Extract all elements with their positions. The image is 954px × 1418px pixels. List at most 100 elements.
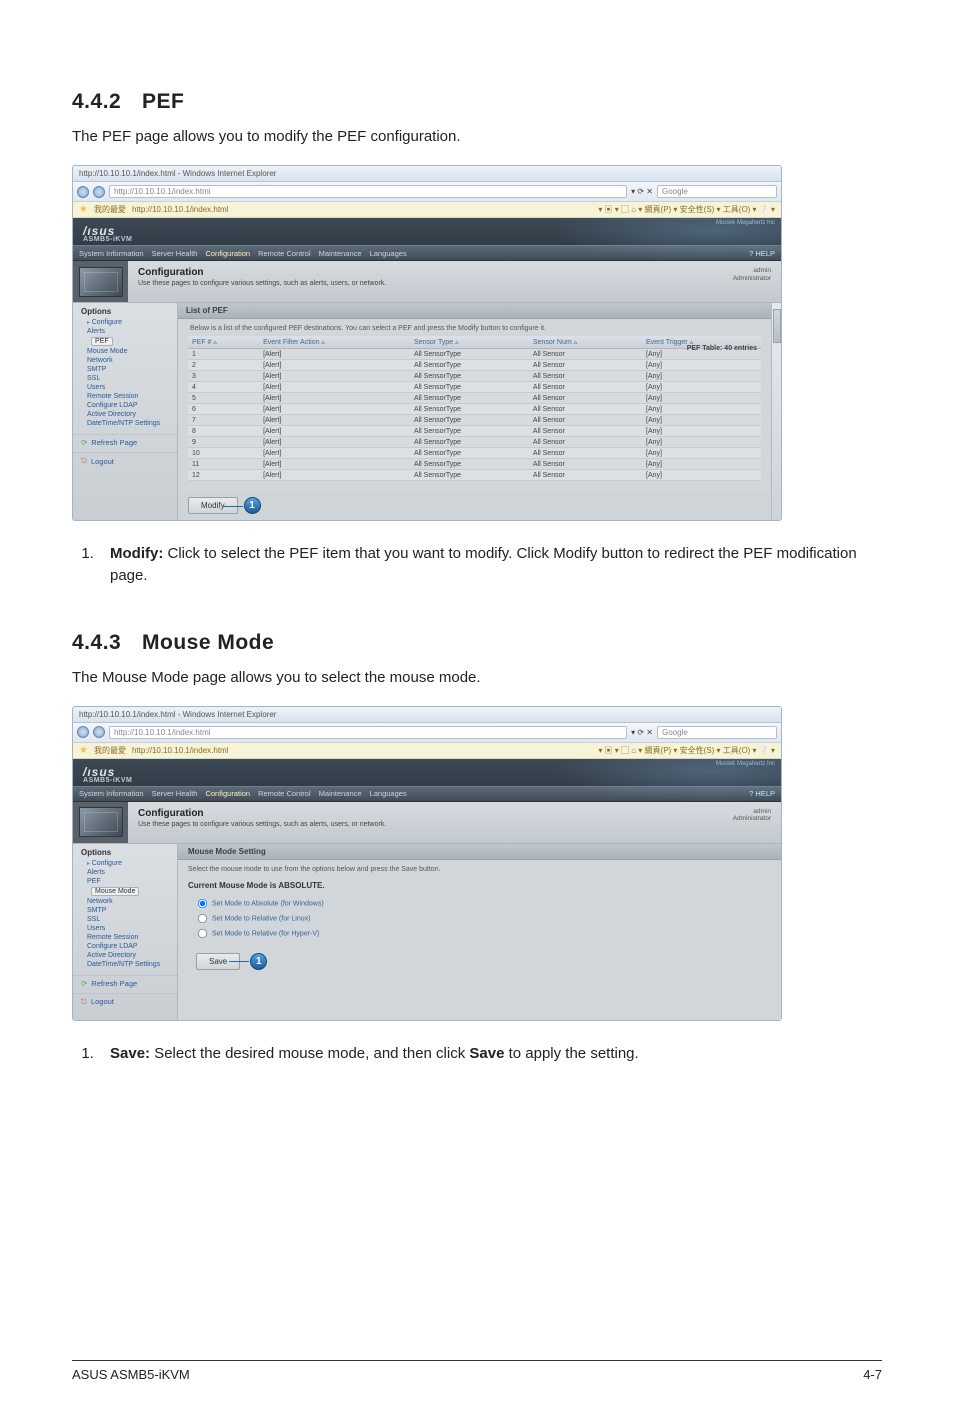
sidebar-item-mouse-mode[interactable]: Mouse Mode: [81, 347, 177, 356]
favorites-bar: ★ 我的最愛 http://10.10.10.1/index.html ▾ ▣ …: [73, 743, 781, 759]
pef-list-header: List of PEF: [178, 303, 771, 319]
section1-intro: The PEF page allows you to modify the PE…: [72, 126, 882, 147]
browser-toolbar-right[interactable]: ▾ ▣ ▾ ▢ ⌂ ▾ 網頁(P) ▾ 安全性(S) ▾ 工具(O) ▾ ❔ ▾: [598, 204, 775, 215]
pef-list-subtext: Below is a list of the configured PEF de…: [188, 319, 761, 336]
sidebar-item-alerts[interactable]: Alerts: [81, 868, 177, 877]
mm-opt-relative-linux[interactable]: Set Mode to Relative (for Linux): [196, 911, 771, 926]
logout-icon: ⎋: [81, 456, 87, 466]
addr-divider: ▾ ⟳ ✕: [631, 728, 653, 737]
refresh-page[interactable]: ⟳Refresh Page: [73, 975, 177, 991]
callout-marker-1: 1: [244, 497, 261, 514]
sidebar-item-ntp[interactable]: DateTime/NTP Settings: [81, 960, 177, 969]
window-titlebar: http://10.10.10.1/index.html - Windows I…: [73, 707, 781, 723]
back-icon[interactable]: [77, 726, 89, 738]
search-input[interactable]: Google: [657, 185, 777, 198]
sidebar-item-ssl[interactable]: SSL: [81, 915, 177, 924]
sidebar-item-smtp[interactable]: SMTP: [81, 906, 177, 915]
refresh-icon: ⟳: [81, 979, 87, 988]
oem-label: Mustek Megahertz Inc: [716, 220, 775, 226]
fav-label: 我的最愛: [94, 745, 126, 756]
url-input[interactable]: http://10.10.10.1/index.html: [109, 185, 627, 198]
table-row[interactable]: 12[Alert]All SensorTypeAll Sensor[Any]: [188, 470, 761, 481]
sidebar-item-remote-session[interactable]: Remote Session: [81, 392, 177, 401]
sidebar-item-ntp[interactable]: DateTime/NTP Settings: [81, 419, 177, 428]
table-row[interactable]: 1[Alert]All SensorTypeAll Sensor[Any]: [188, 349, 761, 360]
table-row[interactable]: 5[Alert]All SensorTypeAll Sensor[Any]: [188, 393, 761, 404]
logout-link[interactable]: ⎋Logout: [73, 993, 177, 1010]
footer-right: 4-7: [863, 1367, 882, 1382]
top-menu[interactable]: System Information Server Health Configu…: [79, 249, 407, 258]
sidebar-item-ssl[interactable]: SSL: [81, 374, 177, 383]
mm-current: Current Mouse Mode is ABSOLUTE.: [178, 881, 781, 896]
col-pef-num[interactable]: PEF # ▵: [188, 336, 259, 349]
mm-opt-absolute[interactable]: Set Mode to Absolute (for Windows): [196, 896, 771, 911]
sidebar-item-remote-session[interactable]: Remote Session: [81, 933, 177, 942]
sidebar-configure[interactable]: Configure: [81, 859, 177, 868]
fav-url[interactable]: http://10.10.10.1/index.html: [132, 746, 229, 755]
back-icon[interactable]: [77, 186, 89, 198]
table-row[interactable]: 9[Alert]All SensorTypeAll Sensor[Any]: [188, 437, 761, 448]
help-link[interactable]: ? HELP: [749, 249, 775, 258]
mm-opt-relative-hyperv[interactable]: Set Mode to Relative (for Hyper-V): [196, 926, 771, 941]
sidebar-item-ldap[interactable]: Configure LDAP: [81, 942, 177, 951]
search-input[interactable]: Google: [657, 726, 777, 739]
fav-url[interactable]: http://10.10.10.1/index.html: [132, 205, 229, 214]
fav-label: 我的最愛: [94, 204, 126, 215]
mm-instruction-1: Save: Select the desired mouse mode, and…: [98, 1043, 882, 1065]
table-row[interactable]: 8[Alert]All SensorTypeAll Sensor[Any]: [188, 426, 761, 437]
window-titlebar: http://10.10.10.1/index.html - Windows I…: [73, 166, 781, 182]
table-row[interactable]: 4[Alert]All SensorTypeAll Sensor[Any]: [188, 382, 761, 393]
sidebar-item-pef[interactable]: PEF: [81, 877, 177, 886]
logout-icon: ⎋: [81, 997, 87, 1007]
col-action[interactable]: Event Filter Action ▵: [259, 336, 410, 349]
sidebar-item-ad[interactable]: Active Directory: [81, 951, 177, 960]
user-label: admin: [733, 808, 771, 816]
pef-table[interactable]: PEF # ▵ Event Filter Action ▵ Sensor Typ…: [188, 336, 761, 481]
role-label: Administrator: [733, 815, 771, 823]
role-label: Administrator: [733, 275, 771, 283]
sidebar-item-smtp[interactable]: SMTP: [81, 365, 177, 374]
sidebar-title: Options: [81, 307, 177, 316]
mousemode-screenshot: http://10.10.10.1/index.html - Windows I…: [72, 706, 782, 1021]
top-menu[interactable]: System Information Server Health Configu…: [79, 789, 407, 798]
user-label: admin: [733, 267, 771, 275]
star-icon: ★: [79, 745, 88, 756]
sidebar-item-network[interactable]: Network: [81, 356, 177, 365]
scrollbar[interactable]: [771, 303, 781, 520]
forward-icon[interactable]: [93, 186, 105, 198]
table-row[interactable]: 3[Alert]All SensorTypeAll Sensor[Any]: [188, 371, 761, 382]
board-thumb: [73, 261, 128, 302]
sidebar-item-network[interactable]: Network: [81, 897, 177, 906]
refresh-page[interactable]: ⟳Refresh Page: [73, 434, 177, 450]
sidebar-item-alerts[interactable]: Alerts: [81, 327, 177, 336]
sidebar-item-pef[interactable]: PEF: [91, 337, 113, 346]
logout-link[interactable]: ⎋Logout: [73, 452, 177, 469]
refresh-icon: ⟳: [81, 438, 87, 447]
sidebar-item-users[interactable]: Users: [81, 383, 177, 392]
sidebar-item-users[interactable]: Users: [81, 924, 177, 933]
table-row[interactable]: 10[Alert]All SensorTypeAll Sensor[Any]: [188, 448, 761, 459]
col-sensor-num[interactable]: Sensor Num ▵: [529, 336, 642, 349]
page-subtitle: Use these pages to configure various set…: [138, 280, 386, 287]
pef-count: PEF Table: 40 entries: [687, 345, 757, 352]
addr-divider: ▾ ⟳ ✕: [631, 187, 653, 196]
mm-subtext: Select the mouse mode to use from the op…: [178, 860, 781, 881]
browser-toolbar-right[interactable]: ▾ ▣ ▾ ▢ ⌂ ▾ 網頁(P) ▾ 安全性(S) ▾ 工具(O) ▾ ❔ ▾: [598, 745, 775, 756]
help-link[interactable]: ? HELP: [749, 789, 775, 798]
sidebar-configure[interactable]: Configure: [81, 318, 177, 327]
url-input[interactable]: http://10.10.10.1/index.html: [109, 726, 627, 739]
table-row[interactable]: 2[Alert]All SensorTypeAll Sensor[Any]: [188, 360, 761, 371]
table-row[interactable]: 7[Alert]All SensorTypeAll Sensor[Any]: [188, 415, 761, 426]
oem-label: Mustek Megahertz Inc: [716, 761, 775, 767]
sidebar-item-ldap[interactable]: Configure LDAP: [81, 401, 177, 410]
table-row[interactable]: 11[Alert]All SensorTypeAll Sensor[Any]: [188, 459, 761, 470]
forward-icon[interactable]: [93, 726, 105, 738]
sidebar-item-ad[interactable]: Active Directory: [81, 410, 177, 419]
sidebar-item-mouse-mode[interactable]: Mouse Mode: [91, 887, 139, 896]
address-bar-row: http://10.10.10.1/index.html ▾ ⟳ ✕ Googl…: [73, 182, 781, 202]
page-subtitle: Use these pages to configure various set…: [138, 821, 386, 828]
callout-marker-1: 1: [250, 953, 267, 970]
col-sensor-type[interactable]: Sensor Type ▵: [410, 336, 529, 349]
pef-instruction-1: Modify: Click to select the PEF item tha…: [98, 543, 882, 587]
table-row[interactable]: 6[Alert]All SensorTypeAll Sensor[Any]: [188, 404, 761, 415]
